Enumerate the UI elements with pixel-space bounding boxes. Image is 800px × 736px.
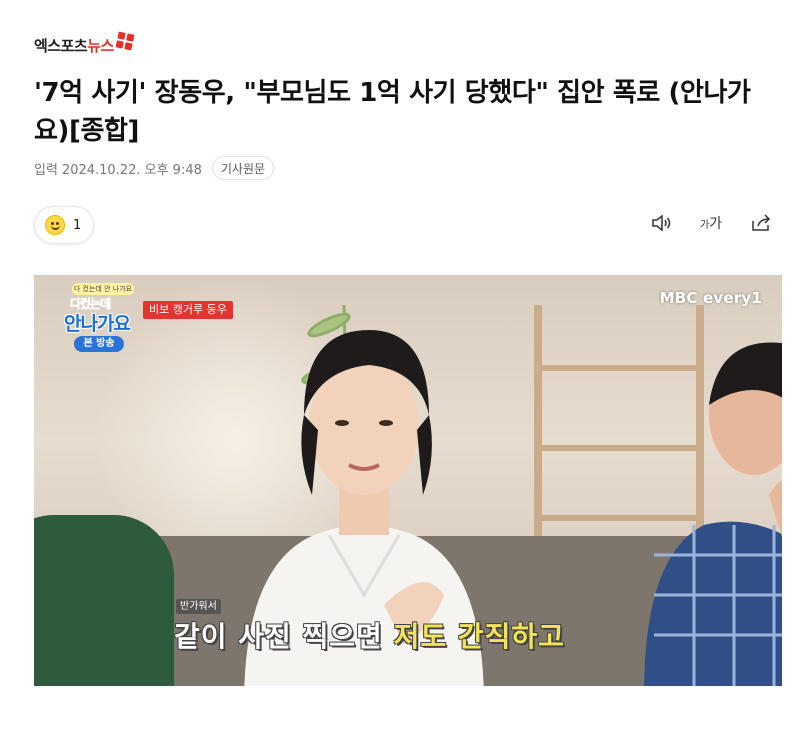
speaker-icon[interactable]: [650, 212, 672, 234]
show-title-line-2: 안나가요: [64, 313, 131, 335]
person-left: [34, 515, 174, 686]
video-subtitle: 같이 사진 찍으면 저도 간직하고: [174, 620, 565, 653]
smile-icon: [45, 215, 65, 235]
original-article-link[interactable]: 기사원문: [211, 156, 275, 180]
share-icon[interactable]: [750, 212, 772, 234]
published-date: 2024.10.22. 오후 9:48: [61, 162, 202, 178]
subtitle-tag: 반가워서: [176, 599, 221, 614]
article-headline: '7억 사기' 장동우, "부모님도 1억 사기 당했다" 집안 폭로 (안나가…: [34, 78, 751, 146]
font-size-button[interactable]: 가가: [700, 212, 722, 234]
logo-text: 엑스포츠뉴스: [34, 36, 114, 55]
site-logo[interactable]: 엑스포츠뉴스: [34, 31, 135, 56]
article-video-still[interactable]: 다 컸는데 안 나가요 다컸는데 안나가요 본 방송 비보 캥거루 동우 MBC…: [34, 275, 782, 686]
channel-logo: MBC every1: [659, 289, 762, 307]
show-top-text: 다 컸는데 안 나가요: [72, 283, 134, 295]
article-meta: 입력 2024.10.22. 오후 9:48 기사원문: [34, 156, 275, 180]
article-tools: 가가: [650, 212, 772, 234]
logo-mark-icon: [115, 31, 135, 51]
person-right: [644, 342, 782, 686]
show-badge: 본 방송: [74, 336, 124, 352]
name-tag: 비보 캥거루 동우: [143, 301, 233, 319]
reaction-count: 1: [73, 217, 82, 233]
show-logo: 다 컸는데 안 나가요 다컸는데 안나가요 본 방송: [64, 283, 142, 353]
meta-label: 입력: [34, 162, 58, 178]
reaction-button[interactable]: 1: [34, 206, 95, 244]
